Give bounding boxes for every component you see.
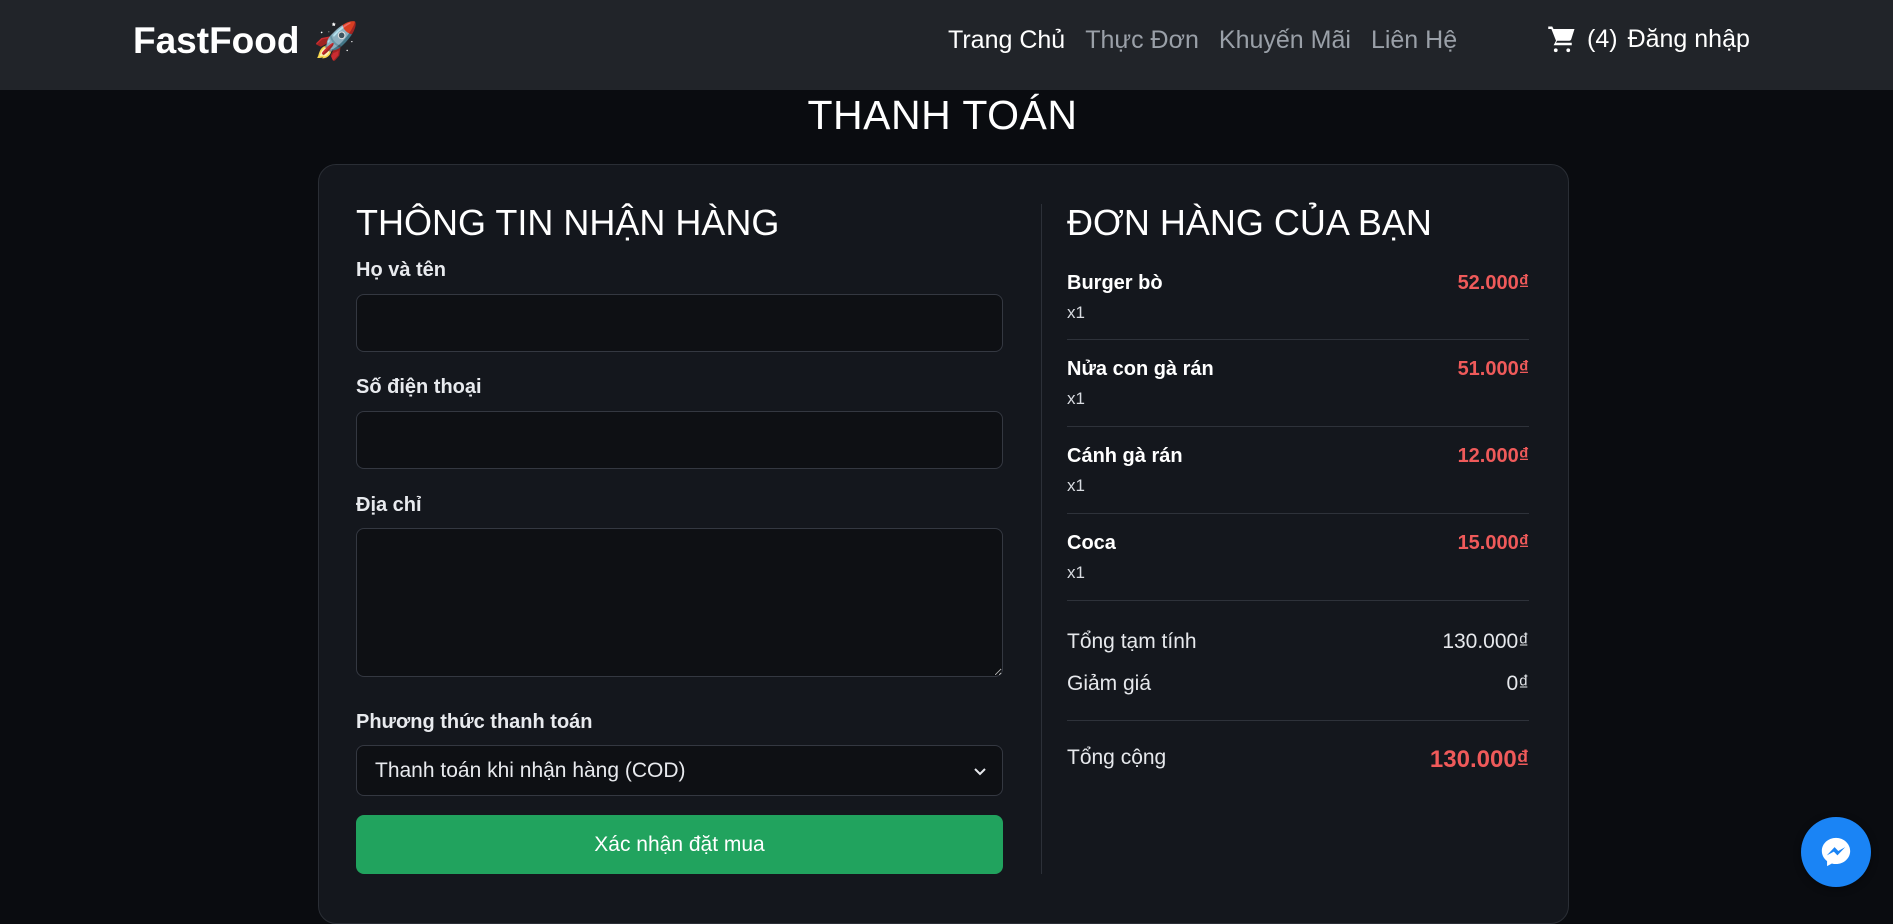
fullname-input[interactable]: [356, 294, 1003, 352]
subtotal-label: Tổng tạm tính: [1067, 630, 1197, 653]
address-label: Địa chỉ: [356, 494, 422, 516]
messenger-chat-button[interactable]: [1801, 817, 1871, 887]
cart-icon: [1548, 26, 1575, 53]
subtotal-value: 130.000₫: [1442, 630, 1529, 653]
nav-link-home[interactable]: Trang Chủ: [948, 26, 1065, 55]
order-item-price: 12.000₫: [1457, 445, 1529, 467]
chevron-down-icon: [974, 768, 986, 776]
nav-link-contact[interactable]: Liên Hệ: [1371, 26, 1457, 55]
discount-value: 0₫: [1506, 672, 1529, 695]
order-section-title: ĐƠN HÀNG CỦA BẠN: [1067, 202, 1432, 243]
phone-label: Số điện thoại: [356, 376, 482, 398]
order-item-qty: x1: [1067, 303, 1085, 322]
nav-right: (4) Đăng nhập: [1547, 24, 1750, 54]
column-divider: [1041, 204, 1042, 874]
order-item: Cánh gà rán 12.000₫ x1: [1067, 445, 1529, 495]
cart-count: (4): [1587, 24, 1618, 53]
order-item-price: 15.000₫: [1457, 532, 1529, 554]
login-link[interactable]: Đăng nhập: [1628, 25, 1750, 54]
order-item-name: Nửa con gà rán: [1067, 358, 1214, 380]
address-textarea[interactable]: [356, 528, 1003, 677]
payment-method-label: Phương thức thanh toán: [356, 711, 593, 733]
confirm-order-button[interactable]: Xác nhận đặt mua: [356, 815, 1003, 874]
payment-method-select[interactable]: Thanh toán khi nhận hàng (COD): [356, 745, 1003, 796]
order-item: Burger bò 52.000₫ x1: [1067, 272, 1529, 322]
total-value: 130.000₫: [1429, 746, 1529, 773]
brand-name[interactable]: FastFood: [133, 20, 299, 62]
phone-input[interactable]: [356, 411, 1003, 469]
messenger-icon: [1821, 837, 1851, 867]
item-divider: [1067, 426, 1529, 427]
order-item-qty: x1: [1067, 476, 1085, 495]
discount-label: Giảm giá: [1067, 672, 1152, 695]
item-divider: [1067, 513, 1529, 514]
top-navbar: FastFood 🚀 Trang Chủ Thực Đơn Khuyến Mãi…: [0, 0, 1893, 90]
cart-button[interactable]: (4): [1547, 24, 1618, 54]
total-label: Tổng cộng: [1067, 746, 1167, 769]
nav-link-menu[interactable]: Thực Đơn: [1085, 26, 1199, 55]
brand-logo[interactable]: FastFood 🚀: [133, 20, 358, 62]
order-item-name: Burger bò: [1067, 272, 1163, 294]
order-item-name: Cánh gà rán: [1067, 445, 1183, 467]
order-item-qty: x1: [1067, 389, 1085, 408]
order-item-price: 51.000₫: [1457, 358, 1529, 380]
order-item-qty: x1: [1067, 563, 1085, 582]
order-item-price: 52.000₫: [1457, 272, 1529, 294]
total-divider: [1067, 720, 1529, 721]
order-item: Coca 15.000₫ x1: [1067, 532, 1529, 582]
nav-links: Trang Chủ Thực Đơn Khuyến Mãi Liên Hệ: [948, 26, 1457, 55]
item-divider: [1067, 600, 1529, 601]
rocket-icon: 🚀: [313, 20, 359, 61]
payment-method-value: Thanh toán khi nhận hàng (COD): [375, 758, 686, 782]
order-item: Nửa con gà rán 51.000₫ x1: [1067, 358, 1529, 408]
order-item-name: Coca: [1067, 532, 1116, 554]
page-title: THANH TOÁN: [807, 92, 1078, 138]
nav-link-promotions[interactable]: Khuyến Mãi: [1219, 26, 1351, 55]
item-divider: [1067, 339, 1529, 340]
shipping-section-title: THÔNG TIN NHẬN HÀNG: [356, 202, 780, 243]
fullname-label: Họ và tên: [356, 259, 447, 281]
